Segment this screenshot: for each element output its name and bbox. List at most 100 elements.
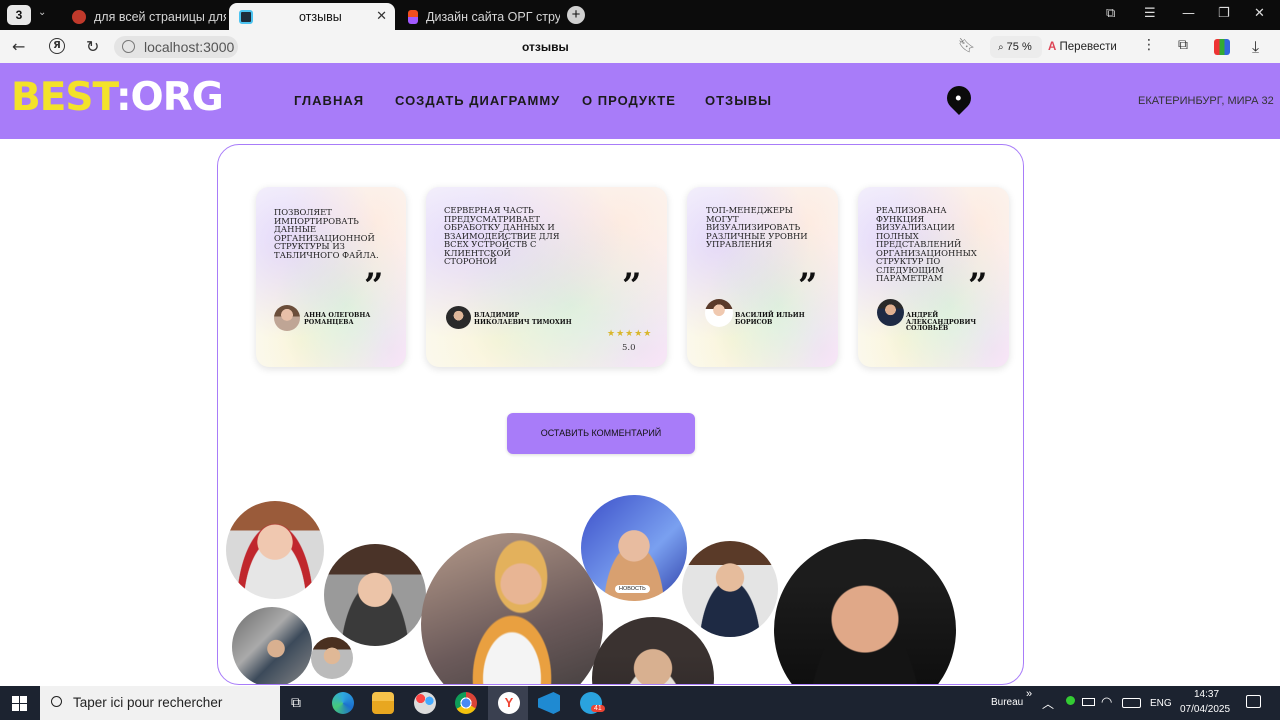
review-author: АНДРЕЙ АЛЕКСАНДРОВИЧ СОЛОВЬЁВ — [906, 312, 977, 333]
review-card: СЕРВЕРНАЯ ЧАСТЬ ПРЕДУСМАТРИВАЕТ ОБРАБОТК… — [426, 187, 667, 367]
downloads-icon[interactable]: ⤓ — [1252, 37, 1259, 57]
rating-score: 5.0 — [622, 343, 636, 353]
bookmarks-panel-icon[interactable]: ⧉ — [1106, 6, 1115, 21]
search-placeholder: Taper ici pour rechercher — [73, 695, 223, 710]
quote-mark-icon: ” — [364, 266, 384, 306]
zoom-indicator[interactable]: ⌕ 75 % — [990, 36, 1042, 58]
close-window-icon[interactable]: ✕ — [1254, 6, 1265, 21]
tab-label: Дизайн сайта ОРГ структ — [426, 9, 560, 24]
site-info-icon[interactable] — [122, 40, 135, 53]
page-title: отзывы — [522, 40, 569, 54]
review-text: СЕРВЕРНАЯ ЧАСТЬ ПРЕДУСМАТРИВАЕТ ОБРАБОТК… — [444, 205, 560, 266]
extension-icon[interactable] — [1214, 39, 1230, 55]
tab-reviews[interactable]: отзывы ✕ — [229, 3, 395, 30]
translate-button[interactable]: A Перевести — [1048, 36, 1117, 58]
minimize-window-icon[interactable]: — — [1182, 6, 1195, 21]
tab-counter[interactable]: 3 — [7, 5, 31, 25]
translate-label: Перевести — [1059, 41, 1117, 53]
author-avatar — [705, 299, 733, 327]
yandex-browser-logo-icon: Y — [498, 692, 520, 714]
rating-stars-icon: ★★★★★ — [607, 328, 653, 338]
reviews-frame: ПОЗВОЛЯЕТ ИМПОРТИРОВАТЬ ДАННЫЕ ОРГАНИЗАЦ… — [217, 144, 1024, 685]
review-author: АННА ОЛЕГОВНА РОМАНЦЕВА — [304, 312, 371, 326]
edge-icon[interactable] — [332, 692, 354, 714]
close-tab-icon[interactable]: ✕ — [376, 8, 387, 24]
address-bar: ← Я ↻ localhost:3000 отзывы 🔖︎ ⌕ 75 % A … — [0, 30, 1280, 64]
clock-time[interactable]: 14:37 — [1194, 689, 1219, 700]
leave-comment-button[interactable]: ОСТАВИТЬ КОММЕНТАРИЙ — [507, 413, 695, 454]
nav-reviews[interactable]: ОТЗЫВЫ — [705, 93, 772, 108]
more-options-icon[interactable]: ⋮ — [1142, 37, 1156, 53]
logo-org: :ORG — [115, 75, 224, 120]
nav-create-diagram[interactable]: СОЗДАТЬ ДИАГРАММУ — [395, 93, 560, 108]
tab-label: для всей страницы для уі — [94, 9, 226, 24]
photo-badge: НОВОСТЬ — [615, 585, 650, 593]
figma-favicon-icon — [408, 9, 418, 24]
keyboard-icon[interactable] — [1122, 698, 1141, 708]
vscode-icon[interactable] — [538, 692, 560, 714]
team-photo — [226, 501, 324, 599]
hidden-icons-chevron-icon[interactable]: ︿ — [1042, 695, 1054, 712]
site-header: BEST:ORG ГЛАВНАЯ СОЗДАТЬ ДИАГРАММУ О ПРО… — [0, 63, 1280, 139]
team-photo: НОВОСТЬ — [581, 495, 687, 601]
paint-icon[interactable] — [414, 692, 436, 714]
logo[interactable]: BEST:ORG — [11, 75, 224, 120]
collections-icon[interactable]: ⧉ — [1178, 37, 1188, 53]
review-card: РЕАЛИЗОВАНА ФУНКЦИЯ ВИЗУАЛИЗАЦИИ ПОЛНЫХ … — [858, 187, 1009, 367]
translate-icon: A — [1048, 41, 1057, 53]
windows-start-icon[interactable] — [12, 696, 27, 711]
quote-mark-icon: ” — [622, 266, 642, 306]
show-more-chevron-icon[interactable]: » — [1026, 688, 1032, 700]
review-author: ВАСИЛИЙ ИЛЬИН БОРИСОВ — [735, 312, 805, 326]
bookmark-icon[interactable]: 🔖︎ — [958, 38, 976, 54]
reload-icon[interactable]: ↻ — [86, 37, 99, 56]
author-avatar — [877, 299, 904, 326]
tab-figma-design[interactable]: Дизайн сайта ОРГ структ — [398, 3, 560, 30]
new-tab-button[interactable]: + — [567, 6, 585, 24]
quote-mark-icon: ” — [798, 266, 818, 306]
team-photo — [774, 539, 956, 684]
zoom-value: 75 % — [1006, 41, 1032, 53]
review-card: ПОЗВОЛЯЕТ ИМПОРТИРОВАТЬ ДАННЫЕ ОРГАНИЗАЦ… — [256, 187, 406, 367]
team-photo — [592, 617, 714, 684]
url-field[interactable]: localhost:3000 — [114, 36, 238, 58]
team-photo — [421, 533, 603, 684]
team-photo — [324, 544, 426, 646]
wifi-icon[interactable]: ◠ — [1101, 694, 1112, 710]
browser-tab-strip: 3 ⌄ для всей страницы для уі отзывы ✕ Ди… — [0, 0, 1280, 30]
file-explorer-icon[interactable] — [372, 692, 394, 714]
search-icon — [51, 696, 62, 707]
desktop-label[interactable]: Bureau — [991, 697, 1023, 708]
telegram-badge: 41 — [591, 705, 605, 712]
quote-mark-icon: ” — [968, 266, 988, 306]
react-favicon-icon — [239, 9, 253, 24]
nav-home[interactable]: ГЛАВНАЯ — [294, 93, 364, 108]
tabs-menu-chevron-icon[interactable]: ⌄ — [38, 7, 46, 18]
logo-best: BEST — [11, 75, 117, 120]
restore-window-icon[interactable]: ❐ — [1218, 6, 1230, 21]
browser-menu-icon[interactable]: ☰ — [1144, 6, 1156, 21]
battery-icon[interactable] — [1082, 698, 1095, 706]
chrome-icon[interactable] — [455, 692, 477, 714]
language-indicator[interactable]: ENG — [1150, 698, 1172, 709]
yandex-icon[interactable]: Я — [49, 38, 65, 54]
location-pin-icon[interactable] — [942, 81, 976, 115]
team-photo — [311, 637, 353, 679]
review-card: ТОП-МЕНЕДЖЕРЫ МОГУТ ВИЗУАЛИЗИРОВАТЬ РАЗЛ… — [687, 187, 838, 367]
clock-date[interactable]: 07/04/2025 — [1180, 704, 1230, 715]
network-icon[interactable] — [1066, 696, 1075, 705]
team-photo — [682, 541, 778, 637]
notifications-icon[interactable] — [1246, 695, 1261, 708]
tab-label: отзывы — [299, 9, 342, 24]
adblock-favicon-icon — [72, 9, 86, 24]
address-text: ЕКАТЕРИНБУРГ, МИРА 32 — [1138, 95, 1274, 107]
task-view-icon[interactable]: ⧉ — [291, 694, 301, 711]
nav-about[interactable]: О ПРОДУКТЕ — [582, 93, 676, 108]
back-arrow-icon[interactable]: ← — [12, 37, 25, 56]
taskbar-search-input[interactable]: Taper ici pour rechercher — [40, 686, 280, 720]
review-text: ТОП-МЕНЕДЖЕРЫ МОГУТ ВИЗУАЛИЗИРОВАТЬ РАЗЛ… — [706, 205, 808, 249]
zoom-search-icon: ⌕ — [998, 42, 1004, 53]
url-text: localhost:3000 — [144, 39, 235, 55]
review-text: ПОЗВОЛЯЕТ ИМПОРТИРОВАТЬ ДАННЫЕ ОРГАНИЗАЦ… — [274, 207, 379, 260]
tab-figma-plugin[interactable]: для всей страницы для уі — [62, 3, 226, 30]
